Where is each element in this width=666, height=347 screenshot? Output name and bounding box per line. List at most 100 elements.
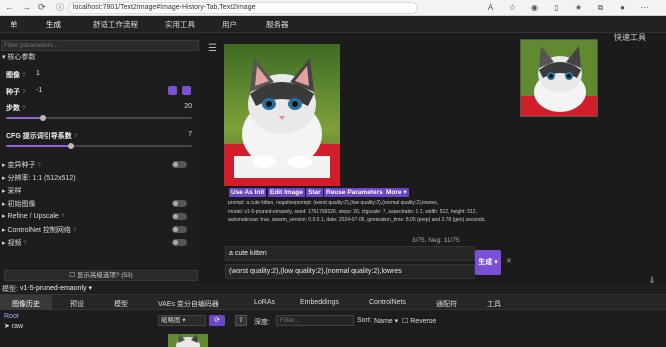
variation-seed-toggle[interactable] — [172, 161, 187, 168]
app-nav: 单 生成 舒适工作流程 实用工具 用户 服务器 — [0, 16, 666, 33]
refine-upscale-toggle[interactable] — [172, 213, 187, 220]
cfg-slider-fill — [6, 145, 71, 147]
sort-select[interactable]: Name ▾ — [374, 317, 398, 325]
negative-prompt-input[interactable]: (worst quality:2),(low quality:2),(norma… — [225, 264, 475, 279]
nav-tab-generate[interactable]: 生成 — [46, 19, 61, 30]
refresh-icon[interactable]: ⟳ — [38, 2, 46, 13]
close-icon[interactable]: ✕ — [506, 257, 512, 265]
model-label: 模型: — [2, 286, 18, 293]
group-resolution[interactable]: ▸ 分辨率: 1:1 (512x512) — [2, 173, 76, 183]
nav-tab-user[interactable]: 用户 — [222, 19, 237, 30]
history-filter-input[interactable] — [276, 315, 354, 326]
batch-thumbnail[interactable] — [520, 39, 598, 117]
images-label: 图像 ? — [6, 72, 26, 79]
kitten-image — [224, 44, 340, 186]
cfg-value[interactable]: 7 — [180, 131, 192, 138]
parameters-panel — [0, 33, 200, 283]
show-advanced-toggle[interactable]: ☐ 显示高级选项? (53) — [4, 270, 198, 281]
sort-label: Sort: — [357, 317, 372, 324]
tab-models[interactable]: 模型 — [114, 299, 128, 309]
reverse-checkbox[interactable]: ☐ Reverse — [402, 317, 436, 325]
image-info-line-3: automaticvae: true, swarm_version: 0.9.0… — [228, 217, 486, 223]
image-info-line-2: model: v1-5-pruned-emaonly, seed: 176179… — [228, 209, 477, 215]
tab-presets[interactable]: 预设 — [70, 299, 84, 309]
group-controlnet[interactable]: ▸ ControlNet 控制网络 ? — [2, 225, 76, 235]
browser-toolbar: ← → ⟳ ⓘ localhost:7801/Text2Image#Image-… — [0, 0, 666, 16]
tab-tools[interactable]: 工具 — [487, 299, 501, 309]
info-icon[interactable]: ⓘ — [56, 2, 64, 13]
seed-value[interactable]: -1 — [36, 87, 42, 94]
model-bar: 模型: v1-5-pruned-emaonly ▾ — [0, 283, 666, 294]
refresh-icon: ⟳ — [214, 317, 220, 324]
controlnet-toggle[interactable] — [172, 226, 187, 233]
kitten-thumbnail — [521, 40, 597, 116]
tab-wildcards[interactable]: 通配符 — [436, 299, 457, 309]
prompt-input[interactable]: a cute kitten — [225, 246, 475, 261]
tab-image-history[interactable]: 图像历史 — [12, 299, 40, 309]
forward-icon[interactable]: → — [22, 2, 31, 12]
back-icon[interactable]: ← — [5, 2, 14, 12]
more-button[interactable]: More ▾ — [384, 188, 409, 197]
tree-item-raw[interactable]: ➤ raw — [4, 322, 23, 330]
tree-root[interactable]: Root — [4, 313, 19, 320]
use-as-init-button[interactable]: Use As Init — [229, 188, 267, 197]
more-icon[interactable]: ⋯ — [640, 3, 649, 12]
show-advanced-label: 显示高级选项? (53) — [76, 272, 133, 279]
extension-icon[interactable]: ◉ — [530, 3, 539, 12]
reuse-seed-button[interactable] — [182, 86, 191, 95]
nav-tab-single[interactable]: 单 — [10, 19, 18, 30]
quick-tools-button[interactable]: 快速工具 — [614, 32, 646, 43]
steps-slider-thumb[interactable] — [40, 115, 46, 121]
token-counter: 3/75, Neg: 11/75 — [412, 237, 460, 244]
up-folder-button[interactable]: ⇧ — [235, 315, 247, 326]
init-image-toggle[interactable] — [172, 200, 187, 207]
chevron-right-icon: ➤ — [4, 323, 12, 330]
cfg-label: CFG 提示词引导系数 ? — [6, 133, 78, 140]
section-core-params[interactable]: ▾ 核心参数 — [2, 52, 35, 62]
group-variation-seed[interactable]: ▸ 变异种子 ? — [2, 160, 41, 170]
model-select[interactable]: v1-5-pruned-emaonly ▾ — [20, 284, 92, 292]
nav-tab-server[interactable]: 服务器 — [266, 19, 289, 30]
seed-label: 种子 ? — [6, 89, 26, 96]
random-seed-button[interactable] — [168, 86, 177, 95]
tab-vaes[interactable]: VAEs 变分自编码器 — [158, 299, 219, 309]
panel-resize-icon[interactable]: ☰ — [208, 43, 217, 54]
tab-controlnets[interactable]: ControlNets — [369, 299, 406, 306]
address-bar[interactable]: localhost:7801/Text2Image#Image-History-… — [68, 2, 418, 14]
edit-image-button[interactable]: Edit Image — [268, 188, 305, 197]
depth-label: 深度: — [254, 319, 270, 326]
bottom-tabs: 图像历史 预设 模型 VAEs 变分自编码器 LoRAs Embeddings … — [0, 294, 666, 311]
section-core-label: 核心参数 — [7, 54, 36, 61]
refresh-history-button[interactable]: ⟳ — [209, 315, 225, 326]
translate-icon[interactable]: A — [486, 3, 495, 12]
sidebar-icon[interactable]: ★ — [574, 3, 583, 12]
steps-label: 步数 ? — [6, 105, 26, 112]
star-button[interactable]: Star — [306, 188, 323, 197]
generated-image[interactable] — [224, 44, 340, 186]
cfg-slider-thumb[interactable] — [68, 143, 74, 149]
view-mode-select[interactable]: 缩略图 ▾ — [158, 315, 206, 326]
split-icon[interactable]: ▯ — [552, 3, 561, 12]
group-video[interactable]: ▸ 视频 ? — [2, 238, 27, 248]
video-toggle[interactable] — [172, 239, 187, 246]
group-sampling[interactable]: ▸ 采样 — [2, 186, 21, 196]
profile-icon[interactable]: ● — [618, 3, 627, 12]
tab-loras[interactable]: LoRAs — [254, 299, 275, 306]
group-refine-upscale[interactable]: ▸ Refine / Upscale ? — [2, 212, 64, 220]
collections-icon[interactable]: ⧉ — [596, 3, 605, 12]
steps-value[interactable]: 20 — [180, 103, 192, 110]
favorite-icon[interactable]: ☆ — [508, 3, 517, 12]
filter-parameters-input[interactable] — [1, 40, 199, 51]
tab-embeddings[interactable]: Embeddings — [300, 299, 339, 306]
group-init-image[interactable]: ▸ 初始图像 — [2, 199, 35, 209]
images-value[interactable]: 1 — [36, 70, 40, 77]
image-info-line-1: prompt: a cute kitten, negativeprompt: (… — [228, 200, 439, 206]
reuse-parameters-button[interactable]: Reuse Parameters — [324, 188, 385, 197]
history-thumbnail[interactable] — [168, 334, 208, 347]
nav-tab-comfy-workflow[interactable]: 舒适工作流程 — [93, 19, 138, 30]
generate-button[interactable]: 生成 ▾ — [475, 250, 501, 275]
nav-tab-utilities[interactable]: 实用工具 — [165, 19, 195, 30]
kitten-history-thumbnail — [168, 334, 208, 347]
steps-slider-fill — [6, 117, 43, 119]
chevron-down-icon: ▾ — [88, 285, 93, 292]
